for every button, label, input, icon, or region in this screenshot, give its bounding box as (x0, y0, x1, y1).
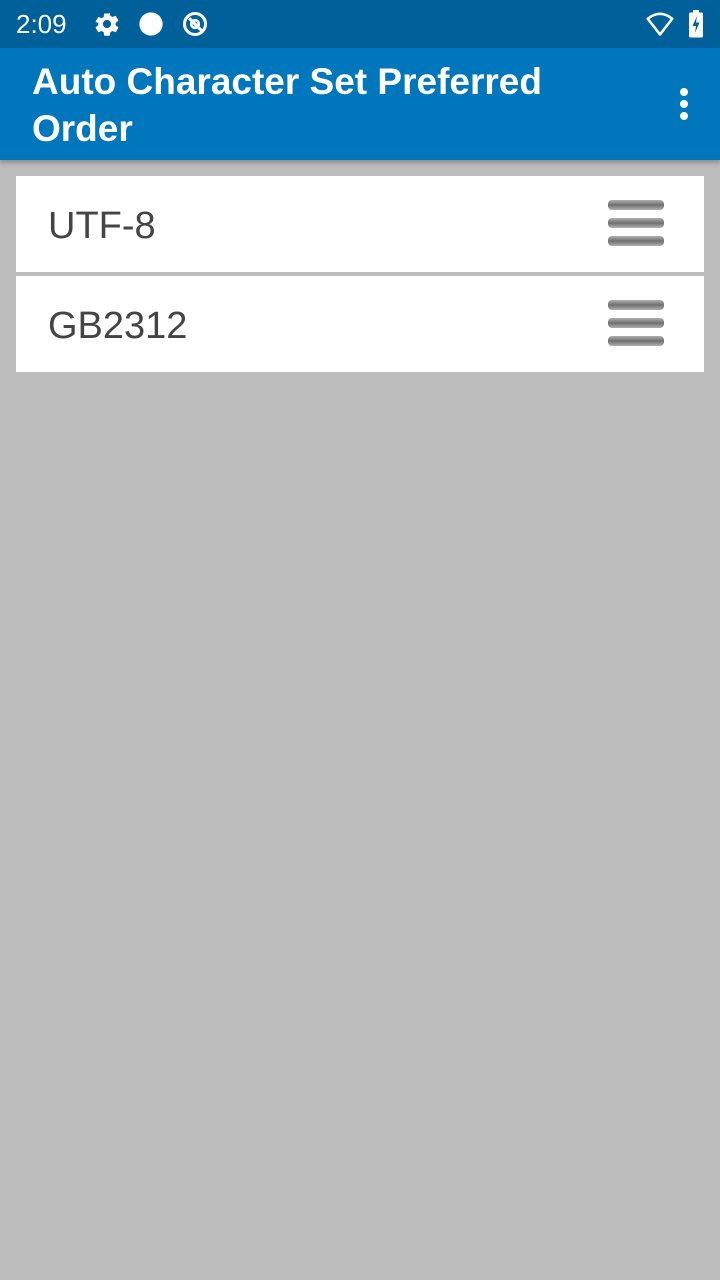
list-item-utf-8[interactable]: UTF-8 (16, 176, 704, 272)
list-item-label: GB2312 (48, 305, 188, 347)
status-bar: 2:09 (0, 0, 720, 48)
drag-handle-icon[interactable] (608, 198, 664, 250)
page-title: Auto Character Set Preferred Order (32, 61, 542, 149)
circle-icon (139, 12, 163, 36)
charset-order-list: UTF-8 GB2312 (16, 176, 704, 376)
data-saver-icon (182, 11, 208, 37)
more-options-button[interactable] (668, 82, 700, 126)
app-bar: Auto Character Set Preferred Order (0, 48, 720, 160)
drag-handle-icon[interactable] (608, 298, 664, 350)
status-time: 2:09 (16, 9, 67, 39)
settings-gear-icon (95, 12, 119, 36)
more-vert-icon (680, 88, 688, 96)
wifi-icon (646, 12, 674, 36)
battery-charging-icon (689, 10, 703, 38)
list-item-gb2312[interactable]: GB2312 (16, 276, 704, 372)
screen: 2:09 Auto Character Set Preferred Order (0, 0, 720, 1280)
list-item-label: UTF-8 (48, 205, 156, 247)
